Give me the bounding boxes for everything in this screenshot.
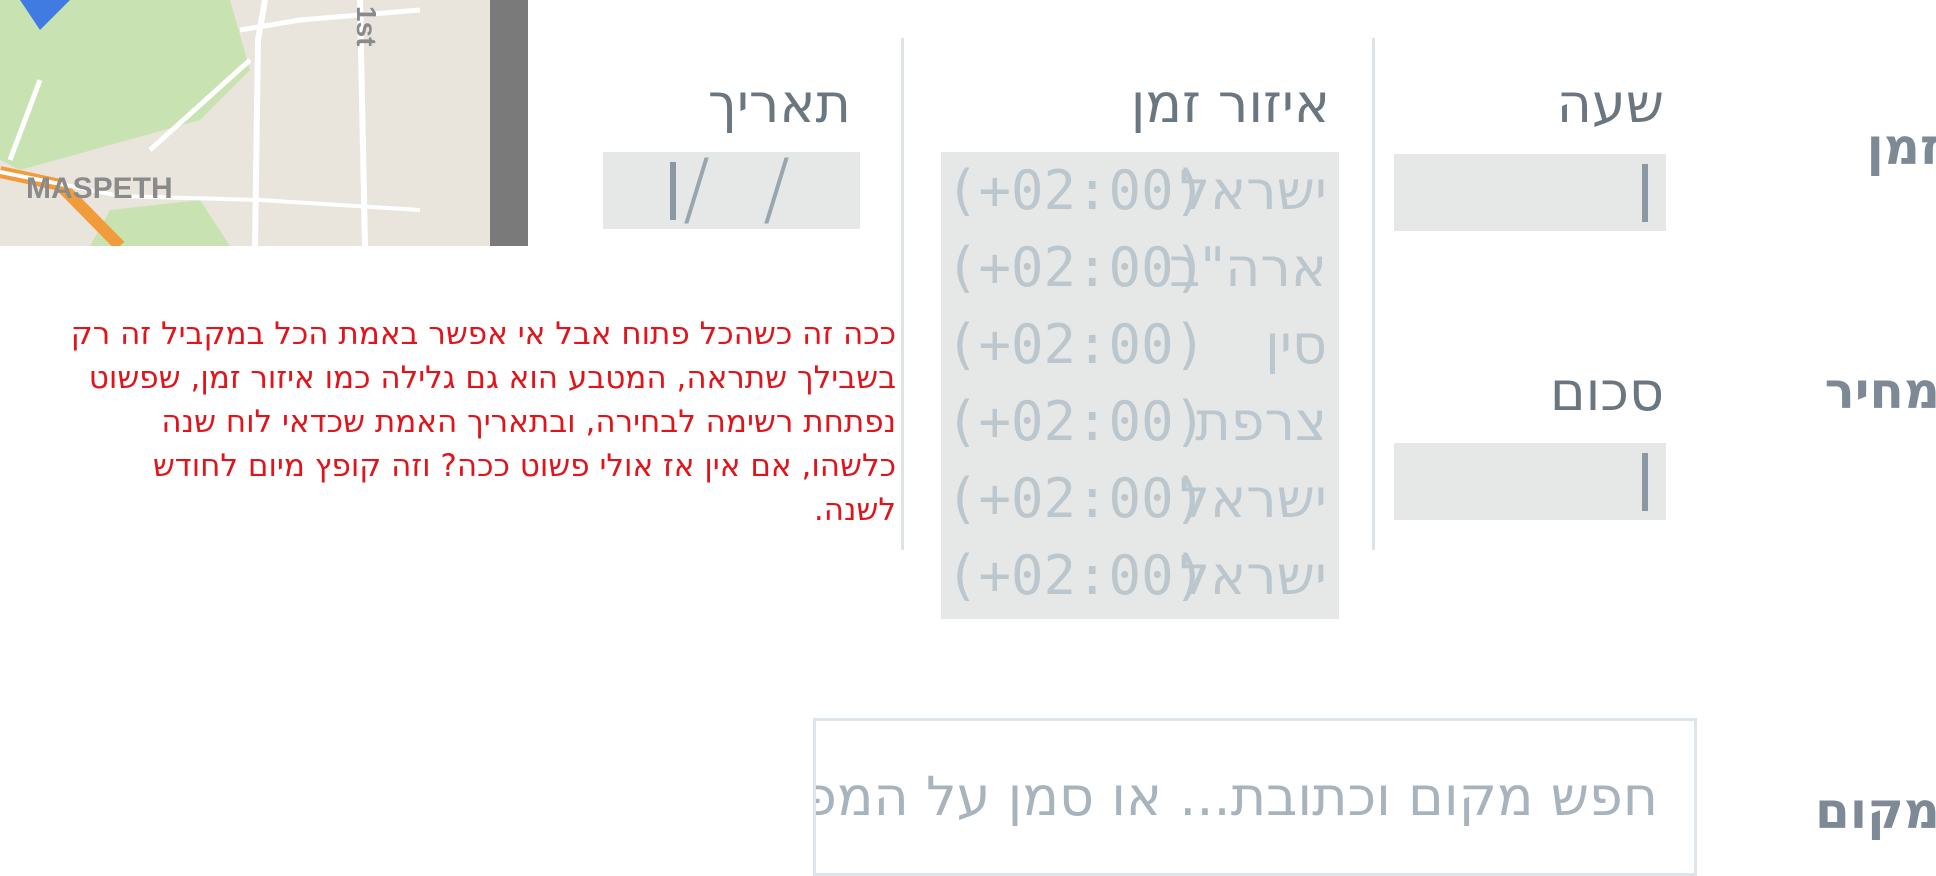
map-graphic: [0, 0, 528, 246]
timezone-dropdown-list[interactable]: ישראל (+02:00) ארה"ב (+02:00) סין (+02:0…: [941, 152, 1339, 619]
timezone-option[interactable]: ישראל (+02:00): [941, 463, 1339, 540]
section-label-time: זמן: [1866, 118, 1936, 176]
timezone-name: סין: [1265, 313, 1327, 376]
timezone-option[interactable]: סין (+02:00): [941, 309, 1339, 386]
date-input[interactable]: / /: [603, 142, 860, 235]
timezone-name: צרפת: [1195, 390, 1327, 453]
timezone-option[interactable]: ישראל (+02:00): [941, 155, 1339, 232]
location-search-input[interactable]: חפש מקום וכתובת... או סמן על המפה: [813, 718, 1697, 876]
timezone-offset: (+02:00): [946, 390, 1207, 453]
map-street-label: 1st: [351, 6, 382, 47]
timezone-offset: (+02:00): [946, 313, 1207, 376]
date-separator: /: [683, 142, 710, 235]
timezone-offset: (+02:00): [946, 236, 1207, 299]
date-heading: תאריך: [707, 72, 851, 135]
divider: [1372, 38, 1375, 550]
timezone-option[interactable]: ישראל (+02:00): [941, 540, 1339, 617]
amount-input[interactable]: [1394, 443, 1666, 520]
text-caret: [1642, 164, 1648, 222]
amount-heading: סכום: [1549, 360, 1664, 423]
timezone-offset: (+02:00): [946, 467, 1207, 530]
text-caret: [1642, 453, 1648, 511]
section-label-price: מחיר: [1824, 362, 1936, 420]
location-search-placeholder: חפש מקום וכתובת... או סמן על המפה: [813, 765, 1658, 828]
timezone-offset: (+02:00): [946, 544, 1207, 607]
map-area-label: MASPETH: [26, 172, 173, 205]
hour-input[interactable]: [1394, 154, 1666, 231]
timezone-heading: איזור זמן: [1130, 72, 1330, 135]
text-caret: [670, 162, 676, 220]
map-preview[interactable]: MASPETH 1st: [0, 0, 528, 246]
designer-annotation: ככה זה כשהכל פתוח אבל אי אפשר באמת הכל ב…: [70, 316, 896, 528]
timezone-offset: (+02:00): [946, 159, 1207, 222]
timezone-option[interactable]: ארה"ב (+02:00): [941, 232, 1339, 309]
date-separator: /: [763, 142, 790, 235]
timezone-option[interactable]: צרפת (+02:00): [941, 386, 1339, 463]
hour-heading: שעה: [1556, 72, 1664, 135]
divider: [901, 38, 904, 550]
section-label-location: מקום: [1815, 782, 1936, 840]
